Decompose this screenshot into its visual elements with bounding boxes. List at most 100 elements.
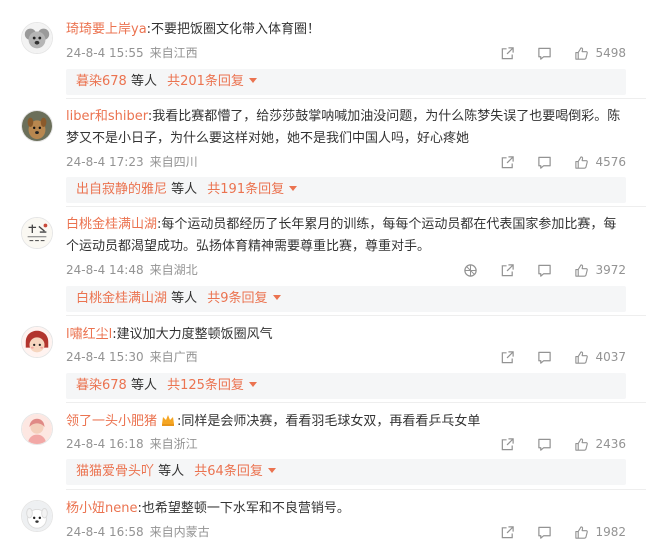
reply-username[interactable]: 白桃金桂满山湖 (76, 291, 167, 306)
like-count: 5498 (595, 46, 626, 60)
reply-connector: 等人 (126, 378, 162, 393)
comment-time: 24-8-4 16:58 (66, 525, 144, 539)
comment-meta: 24-8-4 15:30 来自广西 (66, 348, 198, 366)
comment-body: liber和shiber:我看比赛都懵了，给莎莎鼓掌呐喊加油没问题，为什么陈梦失… (66, 106, 626, 150)
comment-text: :同样是会师决赛，看看羽毛球女双，再看看乒乓女单 (177, 414, 481, 429)
block-icon[interactable] (463, 263, 478, 278)
comment-actions: 4037 (478, 348, 626, 366)
reply-summary[interactable]: 暮染678 等人 共125条回复 (66, 373, 626, 399)
chevron-down-icon (272, 295, 281, 300)
reply-connector: 等人 (154, 464, 189, 479)
chevron-down-icon (289, 186, 298, 191)
like-icon[interactable] (574, 155, 589, 170)
comment-text: :也希望整顿一下水军和不良营销号。 (137, 501, 350, 516)
comment-actions: 2436 (478, 435, 626, 453)
comment-text: :我看比赛都懵了，给莎莎鼓掌呐喊加油没问题，为什么陈梦失误了也要喝倒彩。陈梦又不… (66, 109, 621, 146)
like-count: 1982 (595, 525, 626, 539)
divider (66, 206, 646, 207)
like-count: 4037 (595, 350, 626, 364)
divider (66, 489, 646, 490)
calligraphy-avatar[interactable] (21, 217, 53, 249)
reply-username[interactable]: 暮染678 (76, 378, 127, 393)
like-icon[interactable] (574, 46, 589, 61)
share-icon[interactable] (500, 350, 515, 365)
comment-body: l嘯红尘l:建议加大力度整顿饭圈风气 (66, 324, 626, 346)
reply-count-link[interactable]: 共9条回复 (207, 291, 267, 306)
comment-text: :建议加大力度整顿饭圈风气 (112, 327, 273, 342)
comment-username[interactable]: 领了一头小肥猪 (66, 414, 157, 429)
like-count: 3972 (595, 263, 626, 277)
reply-count-link[interactable]: 共125条回复 (167, 378, 244, 393)
comment-time: 24-8-4 14:48 (66, 263, 144, 277)
comment-text: :不要把饭圈文化带入体育圈！ (146, 22, 321, 37)
comment-meta: 24-8-4 14:48 来自湖北 (66, 261, 198, 279)
comment-location: 来自四川 (149, 155, 198, 169)
reply-summary[interactable]: 出自寂静的雅尼 等人 共191条回复 (66, 177, 626, 203)
koala-avatar[interactable] (21, 22, 53, 54)
divider (66, 98, 646, 99)
like-icon[interactable] (574, 350, 589, 365)
comment-time: 24-8-4 16:18 (66, 437, 144, 451)
comment-body: 杨小妞nene:也希望整顿一下水军和不良营销号。 (66, 498, 626, 520)
reply-connector: 等人 (126, 74, 162, 89)
reply-count-link[interactable]: 共64条回复 (194, 464, 263, 479)
comment-location: 来自湖北 (149, 263, 198, 277)
like-icon[interactable] (574, 525, 589, 540)
comment-icon[interactable] (537, 525, 552, 540)
comment-body: 琦琦要上岸ya:不要把饭圈文化带入体育圈！ (66, 19, 626, 41)
comment-actions: 4576 (478, 153, 626, 171)
comment-icon[interactable] (537, 155, 552, 170)
comment-location: 来自江西 (149, 46, 198, 60)
pink-girl-avatar[interactable] (21, 413, 53, 445)
like-icon[interactable] (574, 263, 589, 278)
comment-location: 来自浙江 (149, 437, 198, 451)
dog-avatar[interactable] (21, 110, 53, 142)
comment-meta: 24-8-4 17:23 来自四川 (66, 153, 198, 171)
comment-username[interactable]: 白桃金桂满山湖 (66, 217, 157, 232)
like-count: 4576 (595, 155, 626, 169)
white-dog-avatar[interactable] (21, 500, 53, 532)
comment-username[interactable]: 杨小妞nene (66, 501, 137, 516)
chevron-down-icon (248, 78, 257, 83)
comment-icon[interactable] (537, 46, 552, 61)
share-icon[interactable] (500, 437, 515, 452)
reply-username[interactable]: 出自寂静的雅尼 (76, 182, 167, 197)
divider (66, 402, 646, 403)
reply-count-link[interactable]: 共191条回复 (207, 182, 284, 197)
reply-username[interactable]: 暮染678 (76, 74, 127, 89)
comment-actions: 5498 (478, 44, 626, 62)
comment-username[interactable]: liber和shiber (66, 109, 148, 124)
reply-summary[interactable]: 暮染678 等人 共201条回复 (66, 69, 626, 95)
reply-connector: 等人 (167, 182, 202, 197)
comment-username[interactable]: 琦琦要上岸ya (66, 22, 147, 37)
share-icon[interactable] (500, 46, 515, 61)
comment-meta: 24-8-4 16:18 来自浙江 (66, 435, 198, 453)
comment-location: 来自内蒙古 (149, 525, 210, 539)
comment-body: 白桃金桂满山湖:每个运动员都经历了长年累月的训练，每每个运动员都在代表国家参加比… (66, 214, 626, 258)
comment-body: 领了一头小肥猪 :同样是会师决赛，看看羽毛球女双，再看看乒乓女单 (66, 411, 626, 433)
comment-time: 24-8-4 17:23 (66, 155, 144, 169)
like-icon[interactable] (574, 437, 589, 452)
share-icon[interactable] (500, 525, 515, 540)
chevron-down-icon (267, 468, 276, 473)
comment-icon[interactable] (537, 350, 552, 365)
comment-username[interactable]: l嘯红尘l (66, 327, 112, 342)
reply-username[interactable]: 猫猫爱骨头吖 (76, 464, 154, 479)
comment-time: 24-8-4 15:55 (66, 46, 144, 60)
comment-icon[interactable] (537, 263, 552, 278)
divider (66, 315, 646, 316)
comment-meta: 24-8-4 16:58 来自内蒙古 (66, 523, 210, 541)
comment-actions: 3972 (441, 261, 626, 279)
reply-connector: 等人 (167, 291, 202, 306)
share-icon[interactable] (500, 155, 515, 170)
reply-count-link[interactable]: 共201条回复 (167, 74, 244, 89)
chevron-down-icon (248, 382, 257, 387)
comment-icon[interactable] (537, 437, 552, 452)
crown-badge-icon (161, 413, 175, 427)
share-icon[interactable] (500, 263, 515, 278)
reply-summary[interactable]: 白桃金桂满山湖 等人 共9条回复 (66, 286, 626, 312)
like-count: 2436 (595, 437, 626, 451)
cartoon-girl-avatar[interactable] (21, 326, 53, 358)
comment-meta: 24-8-4 15:55 来自江西 (66, 44, 198, 62)
reply-summary[interactable]: 猫猫爱骨头吖 等人 共64条回复 (66, 459, 626, 485)
